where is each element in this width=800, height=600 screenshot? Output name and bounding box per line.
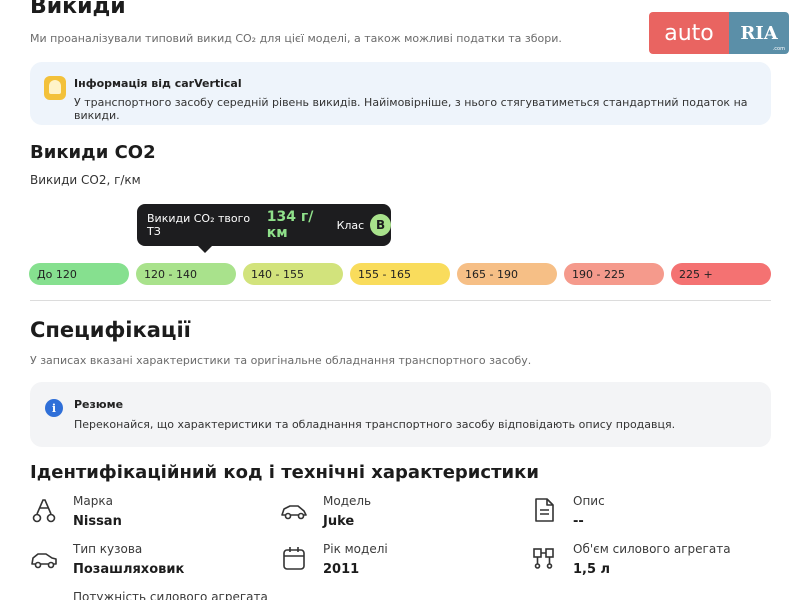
resume-text: Переконайся, що характеристики та обладн…: [74, 418, 676, 431]
spec-value: 2011: [323, 562, 360, 577]
co2-title: Викиди CO2: [30, 142, 156, 163]
tooltip-label: Викиди CO₂ твого ТЗ: [147, 212, 251, 238]
co2-tooltip: Викиди CO₂ твого ТЗ 134 г/км Клас B: [137, 204, 391, 253]
carvertical-info-box: Інформація від carVertical У транспортно…: [30, 62, 771, 125]
tooltip-class-badge: B: [370, 214, 391, 236]
co2-scale-segment: 140 - 155: [243, 263, 343, 285]
resume-title: Резюме: [74, 398, 124, 411]
spec-label: Марка: [73, 494, 113, 508]
spec-value: --: [573, 514, 584, 529]
calendar-icon: [283, 547, 305, 570]
emissions-title: Викиди: [30, 0, 126, 19]
brand-icon: [32, 499, 56, 523]
spec-item-engine-power: Потужність силового агрегата: [30, 590, 290, 600]
co2-scale-segment: 225 +: [671, 263, 771, 285]
spec-subtitle: У записах вказані характеристики та ориг…: [30, 354, 532, 367]
logo-ria-suffix: .com: [772, 46, 785, 52]
spec-item-body-type: Тип кузова Позашляховик: [30, 542, 270, 582]
info-icon: i: [45, 399, 63, 417]
co2-scale-segment: 155 - 165: [350, 263, 450, 285]
spec-label: Потужність силового агрегата: [73, 590, 268, 600]
spec-value: Juke: [323, 514, 355, 529]
car-icon: [281, 505, 307, 520]
co2-unit-label: Викиди CO2, г/км: [30, 173, 141, 187]
co2-scale-segment: 190 - 225: [564, 263, 664, 285]
tooltip-class-label: Клас: [336, 218, 365, 232]
engine-icon: [533, 548, 554, 569]
logo-ria-text: RIA: [740, 22, 778, 44]
spec-title: Специфікації: [30, 318, 191, 342]
divider: [30, 300, 771, 301]
spec-item-description: Опис --: [530, 494, 770, 534]
carvertical-icon: [44, 76, 66, 100]
spec-item-model: Модель Juke: [280, 494, 520, 534]
spec-label: Об'єм силового агрегата: [573, 542, 731, 556]
co2-scale-segment: 120 - 140: [136, 263, 236, 285]
emissions-subtitle: Ми проаналізували типовий викид CO₂ для …: [30, 32, 562, 45]
spec-label: Рік моделі: [323, 542, 388, 556]
co2-scale: До 120 120 - 140 140 - 155 155 - 165 165 - 1…: [29, 263, 771, 285]
co2-scale-segment: До 120: [29, 263, 129, 285]
spec-value: Позашляховик: [73, 562, 185, 577]
spec-label: Модель: [323, 494, 372, 508]
spec-item-engine-volume: Об'єм силового агрегата 1,5 л: [530, 542, 770, 582]
document-icon: [535, 498, 554, 522]
spec-label: Опис: [573, 494, 605, 508]
car-body-icon: [31, 553, 57, 569]
logo-auto-text: auto: [649, 12, 729, 54]
resume-info-box: i Резюме Переконайся, що характеристики …: [30, 382, 771, 447]
spec-item-model-year: Рік моделі 2011: [280, 542, 520, 582]
spec-item-brand: Марка Nissan: [30, 494, 270, 534]
carvertical-title: Інформація від carVertical: [74, 77, 242, 90]
carvertical-text: У транспортного засобу середній рівень в…: [74, 96, 748, 122]
ident-title: Ідентифікаційний код і технічні характер…: [30, 462, 539, 483]
spec-value: Nissan: [73, 514, 122, 529]
co2-scale-segment: 165 - 190: [457, 263, 557, 285]
spec-label: Тип кузова: [73, 542, 143, 556]
logo-ria-part: RIA .com: [729, 12, 789, 54]
tooltip-value: 134 г/км: [266, 209, 314, 241]
spec-value: 1,5 л: [573, 562, 611, 577]
autoria-logo[interactable]: auto RIA .com: [649, 12, 789, 54]
